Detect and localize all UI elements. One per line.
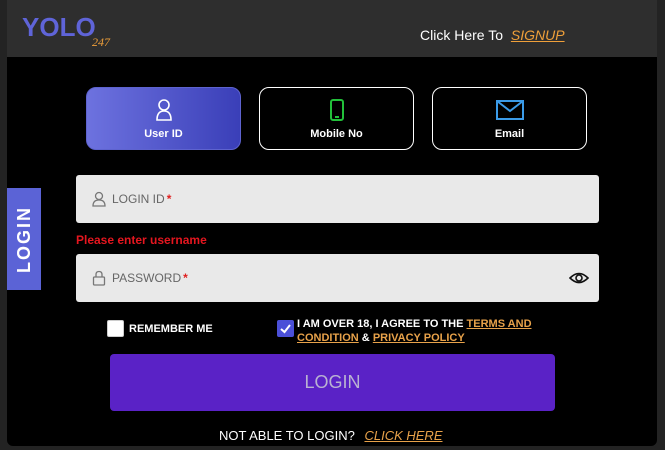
click-here-link[interactable]: CLICK HERE xyxy=(364,428,442,443)
svg-text:YOLO: YOLO xyxy=(22,12,96,42)
tab-user-id-label: User ID xyxy=(144,127,183,140)
password-field[interactable]: PASSWORD * xyxy=(76,254,599,302)
login-id-field[interactable]: LOGIN ID * xyxy=(76,175,599,223)
terms-link-part1[interactable]: TERMS AND xyxy=(467,318,532,330)
tab-email-label: Email xyxy=(494,127,525,140)
user-field-icon xyxy=(92,191,106,207)
password-placeholder: PASSWORD xyxy=(112,271,182,285)
side-tab-label: LOGIN xyxy=(13,205,34,273)
error-message: Please enter username xyxy=(76,233,207,247)
agree-amp: & xyxy=(361,332,370,344)
tab-mobile-no[interactable]: Mobile No xyxy=(259,87,414,150)
remember-me-label: REMEMBER ME xyxy=(129,323,213,335)
signup-prompt-text: Click Here To xyxy=(420,27,503,43)
agree-text: I AM OVER 18, I AGREE TO THE TERMS AND C… xyxy=(297,317,532,345)
signup-link[interactable]: SIGNUP xyxy=(511,27,565,43)
remember-me-checkbox[interactable] xyxy=(107,320,124,337)
login-id-placeholder: LOGIN ID xyxy=(112,192,165,206)
tab-email[interactable]: Email xyxy=(432,87,587,150)
login-id-required-mark: * xyxy=(166,192,172,206)
agree-checkbox[interactable] xyxy=(277,320,294,337)
privacy-policy-link[interactable]: PRIVACY POLICY xyxy=(373,332,465,344)
user-icon xyxy=(155,98,172,122)
mobile-icon xyxy=(329,98,344,122)
tab-user-id[interactable]: User ID xyxy=(86,87,241,150)
side-tab-login: LOGIN xyxy=(7,188,41,290)
password-required-mark: * xyxy=(183,271,188,285)
checkmark-icon xyxy=(280,324,291,334)
login-help-prompt: NOT ABLE TO LOGIN? xyxy=(219,428,355,443)
terms-link-part2[interactable]: CONDITION xyxy=(297,332,359,344)
header-bar: YOLO 247 Click Here To SIGNUP xyxy=(7,0,657,57)
login-button[interactable]: LOGIN xyxy=(110,354,555,411)
eye-icon[interactable] xyxy=(569,269,589,287)
email-icon xyxy=(495,98,524,122)
signup-prompt: Click Here To SIGNUP xyxy=(420,27,565,43)
agree-line1: I AM OVER 18, I AGREE TO THE xyxy=(297,318,464,330)
login-help: NOT ABLE TO LOGIN? CLICK HERE xyxy=(219,428,443,443)
lock-icon xyxy=(92,270,106,286)
brand-logo[interactable]: YOLO 247 xyxy=(22,10,122,50)
svg-text:247: 247 xyxy=(92,35,111,49)
login-modal: YOLO 247 Click Here To SIGNUP LOGIN User… xyxy=(7,0,657,446)
tab-mobile-no-label: Mobile No xyxy=(310,127,363,140)
